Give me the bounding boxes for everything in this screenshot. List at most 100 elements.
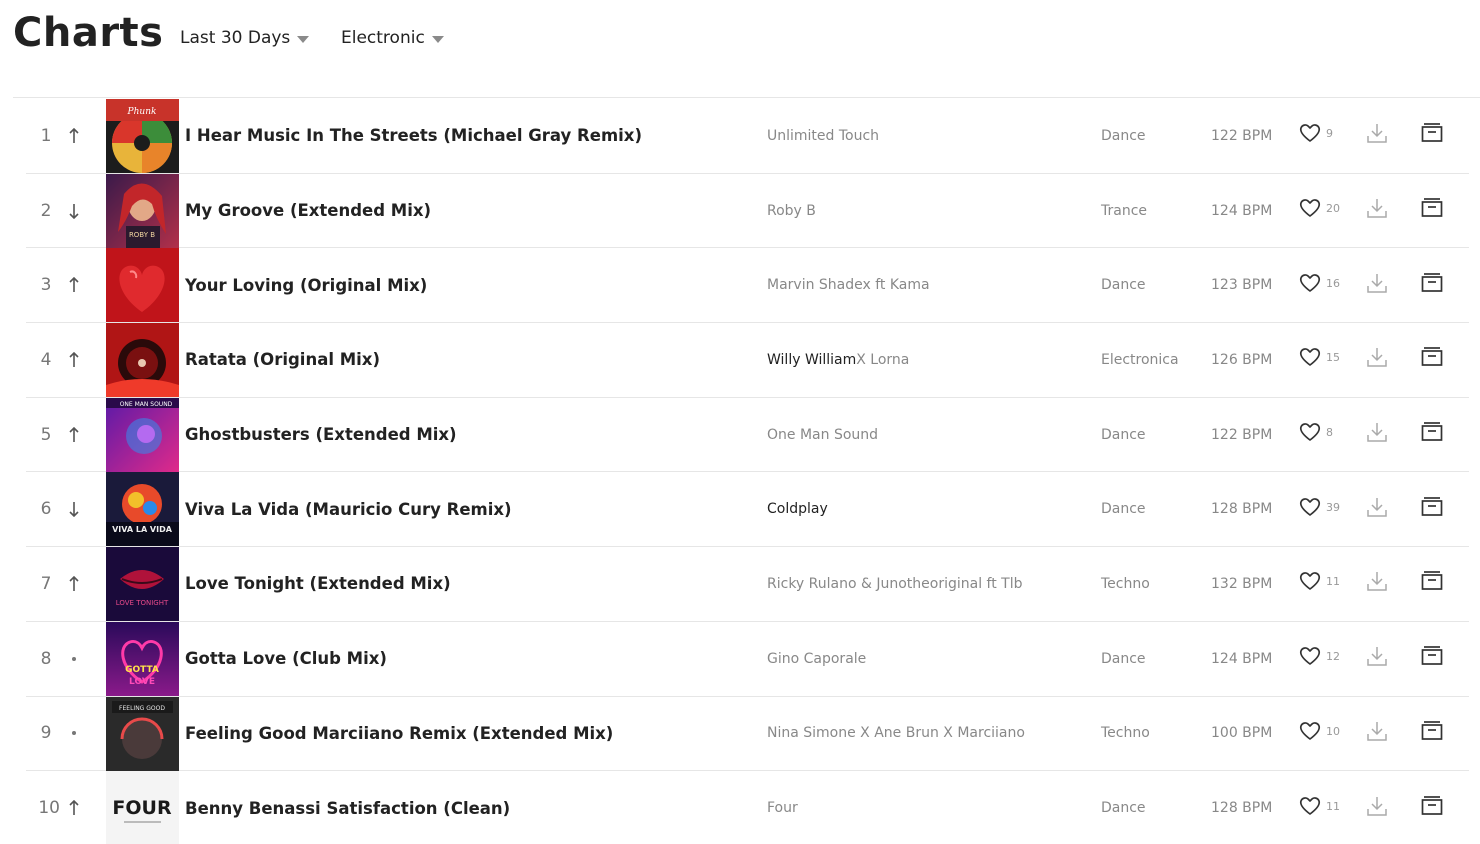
track-genre[interactable]: Dance — [1101, 622, 1146, 696]
track-title[interactable]: Ghostbusters (Extended Mix) — [185, 398, 457, 472]
track-genre[interactable]: Trance — [1101, 174, 1147, 248]
like-button[interactable]: 12 — [1299, 622, 1349, 696]
heart-icon — [1299, 347, 1321, 372]
download-button[interactable] — [1365, 398, 1389, 472]
track-genre[interactable]: Dance — [1101, 472, 1146, 546]
chart-row[interactable]: 7 LOVE TONIGHT Love Tonight (Extended Mi… — [26, 547, 1469, 622]
like-button[interactable]: 20 — [1299, 174, 1349, 248]
artist-name[interactable]: Nina Simone X Ane Brun X Marciiano — [767, 725, 1025, 741]
heart-icon — [1299, 422, 1321, 447]
track-bpm: 122 BPM — [1211, 127, 1273, 144]
add-to-crate-button[interactable] — [1420, 323, 1444, 397]
svg-text:LOVE: LOVE — [129, 677, 155, 687]
download-icon — [1366, 645, 1388, 672]
track-genre[interactable]: Dance — [1101, 99, 1146, 173]
chart-row[interactable]: 9 FEELING GOOD Feeling Good Marciiano Re… — [26, 696, 1469, 772]
svg-text:ROBY B: ROBY B — [129, 231, 155, 239]
track-title[interactable]: Gotta Love (Club Mix) — [185, 622, 387, 696]
track-artist: Unlimited Touch — [767, 99, 879, 173]
cover-four[interactable]: FOUR — [106, 771, 179, 844]
track-bpm: 123 BPM — [1211, 277, 1273, 294]
chart-row[interactable]: 5 ONE MAN SOUND Ghostbusters (Extended M… — [26, 397, 1469, 473]
download-button[interactable] — [1365, 622, 1389, 696]
add-to-crate-button[interactable] — [1420, 248, 1444, 322]
download-icon — [1366, 122, 1388, 149]
track-artist: Gino Caporale — [767, 622, 866, 696]
cover-unlimited-touch[interactable]: Phunk — [106, 99, 179, 173]
chart-row[interactable]: 2 ROBY B My Groove (Extended Mix) Roby B… — [26, 173, 1469, 249]
heart-icon — [1299, 198, 1321, 223]
svg-text:GOTTA: GOTTA — [125, 665, 159, 675]
like-button[interactable]: 9 — [1299, 99, 1349, 173]
add-to-crate-button[interactable] — [1420, 99, 1444, 173]
download-button[interactable] — [1365, 697, 1389, 771]
chart-row[interactable]: 10 FOUR Benny Benassi Satisfaction (Clea… — [26, 771, 1469, 844]
like-button[interactable]: 39 — [1299, 472, 1349, 546]
rank-number: 3 — [40, 275, 52, 296]
chart-row[interactable]: 3 Your Loving (Original Mix) Marvin Shad… — [26, 248, 1469, 324]
track-genre[interactable]: Techno — [1101, 547, 1150, 621]
cover-your-loving[interactable] — [106, 248, 179, 323]
track-title[interactable]: Feeling Good Marciiano Remix (Extended M… — [185, 697, 613, 771]
add-to-crate-button[interactable] — [1420, 697, 1444, 771]
track-genre[interactable]: Dance — [1101, 771, 1146, 844]
download-button[interactable] — [1365, 174, 1389, 248]
download-button[interactable] — [1365, 472, 1389, 546]
cover-gotta-love[interactable]: GOTTA LOVE — [106, 621, 179, 696]
like-button[interactable]: 15 — [1299, 323, 1349, 397]
download-button[interactable] — [1365, 547, 1389, 621]
track-genre[interactable]: Dance — [1101, 398, 1146, 472]
artist-name[interactable]: Gino Caporale — [767, 651, 866, 667]
chart-row[interactable]: 1 Phunk I Hear Music In The Streets (Mic… — [26, 99, 1469, 174]
add-to-crate-button[interactable] — [1420, 622, 1444, 696]
cover-ratata[interactable] — [106, 323, 179, 398]
download-icon — [1366, 720, 1388, 747]
track-title[interactable]: Ratata (Original Mix) — [185, 323, 380, 397]
cover-feeling-good[interactable]: FEELING GOOD — [106, 696, 179, 771]
artist-name[interactable]: Roby B — [767, 203, 816, 219]
like-button[interactable]: 8 — [1299, 398, 1349, 472]
track-genre[interactable]: Dance — [1101, 248, 1146, 322]
cover-ghostbusters[interactable]: ONE MAN SOUND — [106, 397, 179, 472]
chart-row[interactable]: 4 Ratata (Original Mix) Willy William X … — [26, 323, 1469, 398]
artist-name[interactable]: Willy William — [767, 352, 856, 368]
like-button[interactable]: 11 — [1299, 547, 1349, 621]
track-title[interactable]: I Hear Music In The Streets (Michael Gra… — [185, 99, 642, 173]
track-title[interactable]: Your Loving (Original Mix) — [185, 248, 427, 322]
add-to-crate-button[interactable] — [1420, 547, 1444, 621]
track-genre[interactable]: Electronica — [1101, 323, 1179, 397]
track-title[interactable]: Viva La Vida (Mauricio Cury Remix) — [185, 472, 512, 546]
track-title[interactable]: Love Tonight (Extended Mix) — [185, 547, 451, 621]
artist-name[interactable]: Four — [767, 800, 798, 816]
add-to-crate-button[interactable] — [1420, 398, 1444, 472]
heart-icon — [1299, 646, 1321, 671]
like-count: 11 — [1326, 799, 1340, 813]
like-button[interactable]: 10 — [1299, 697, 1349, 771]
download-button[interactable] — [1365, 99, 1389, 173]
download-button[interactable] — [1365, 323, 1389, 397]
add-to-crate-button[interactable] — [1420, 472, 1444, 546]
like-button[interactable]: 16 — [1299, 248, 1349, 322]
artist-name[interactable]: Ricky Rulano & Junotheoriginal ft Tlb — [767, 576, 1023, 592]
genre-filter-dropdown[interactable]: Electronic — [341, 27, 444, 49]
track-title[interactable]: My Groove (Extended Mix) — [185, 174, 431, 248]
download-button[interactable] — [1365, 771, 1389, 844]
cover-viva-la-vida[interactable]: VIVA LA VIDA — [106, 472, 179, 547]
download-button[interactable] — [1365, 248, 1389, 322]
period-filter-dropdown[interactable]: Last 30 Days — [180, 27, 310, 49]
chart-row[interactable]: 8 GOTTA LOVE Gotta Love (Club Mix) Gino … — [26, 621, 1469, 697]
artist-name[interactable]: Marvin Shadex ft Kama — [767, 277, 930, 293]
rank-number: 6 — [40, 499, 52, 520]
artist-name[interactable]: One Man Sound — [767, 427, 878, 443]
track-genre[interactable]: Techno — [1101, 697, 1150, 771]
track-title[interactable]: Benny Benassi Satisfaction (Clean) — [185, 771, 510, 844]
cover-my-groove[interactable]: ROBY B — [106, 173, 179, 248]
add-to-crate-button[interactable] — [1420, 771, 1444, 844]
artist-name[interactable]: Coldplay — [767, 501, 828, 517]
artist-name[interactable]: Unlimited Touch — [767, 128, 879, 144]
artist-name[interactable]: X Lorna — [856, 352, 909, 368]
cover-love-tonight[interactable]: LOVE TONIGHT — [106, 547, 179, 622]
like-button[interactable]: 11 — [1299, 771, 1349, 844]
chart-row[interactable]: 6 VIVA LA VIDA Viva La Vida (Mauricio Cu… — [26, 472, 1469, 548]
add-to-crate-button[interactable] — [1420, 174, 1444, 248]
